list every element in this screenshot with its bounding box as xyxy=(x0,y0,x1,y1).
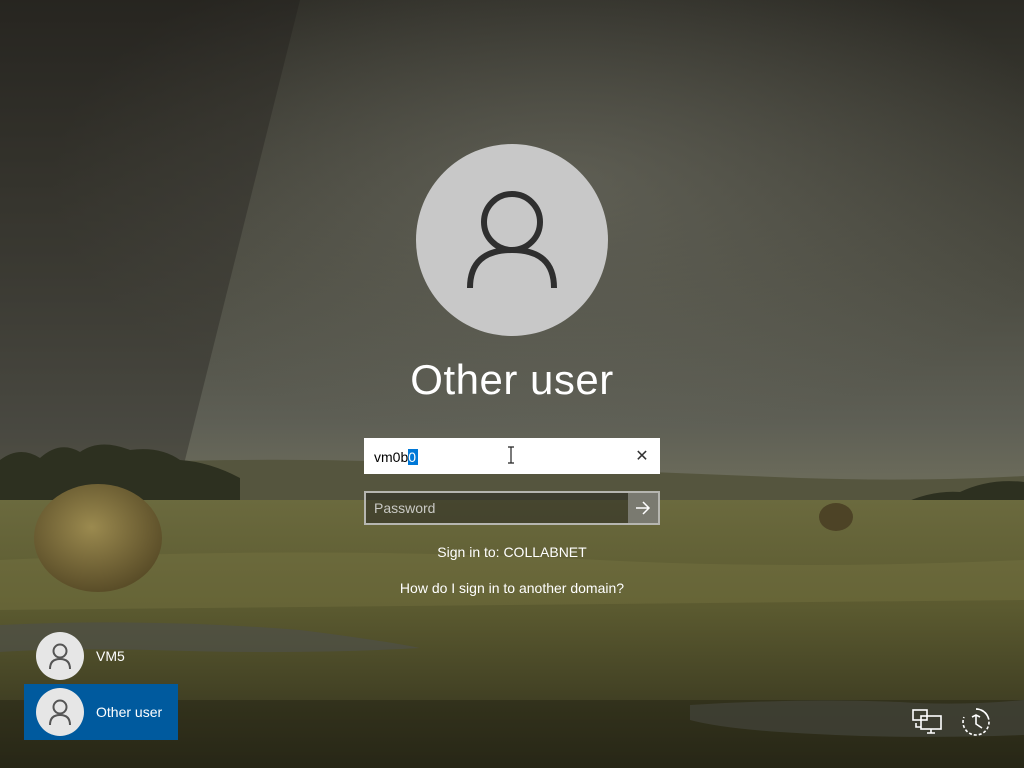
user-tile-avatar xyxy=(36,632,84,680)
username-value[interactable]: vm0b0 xyxy=(374,449,419,465)
network-icon xyxy=(912,709,942,734)
user-icon xyxy=(49,699,71,725)
user-tile-avatar xyxy=(36,688,84,736)
user-icon xyxy=(467,191,557,289)
user-tile-label: Other user xyxy=(96,704,163,720)
network-button[interactable] xyxy=(910,704,946,740)
other-domain-container: How do I sign in to another domain? xyxy=(0,580,1024,596)
user-icon xyxy=(49,643,71,669)
user-title: Other user xyxy=(410,356,614,403)
username-value-plain: vm0b xyxy=(374,449,409,465)
user-tile-other-user[interactable]: Other user xyxy=(24,684,178,740)
ease-of-access-icon xyxy=(962,708,990,736)
close-icon[interactable]: ✕ xyxy=(632,446,652,466)
user-avatar xyxy=(416,144,608,336)
lock-screen: Other user vm0b0 ✕ Sign in to: COLLABNET… xyxy=(0,0,1024,768)
submit-button[interactable] xyxy=(628,493,658,523)
arrow-right-icon xyxy=(636,501,651,515)
password-field[interactable] xyxy=(364,491,660,525)
user-tile-label: VM5 xyxy=(96,648,125,664)
other-domain-link[interactable]: How do I sign in to another domain? xyxy=(400,580,624,596)
password-input[interactable] xyxy=(366,493,628,523)
ease-of-access-button[interactable] xyxy=(958,704,994,740)
sign-in-domain-text: Sign in to: COLLABNET xyxy=(437,544,587,560)
text-cursor-icon xyxy=(508,446,514,464)
username-value-selected: 0 xyxy=(408,449,419,465)
username-field[interactable]: vm0b0 ✕ xyxy=(364,438,660,474)
user-tile-vm5[interactable]: VM5 xyxy=(24,628,178,684)
